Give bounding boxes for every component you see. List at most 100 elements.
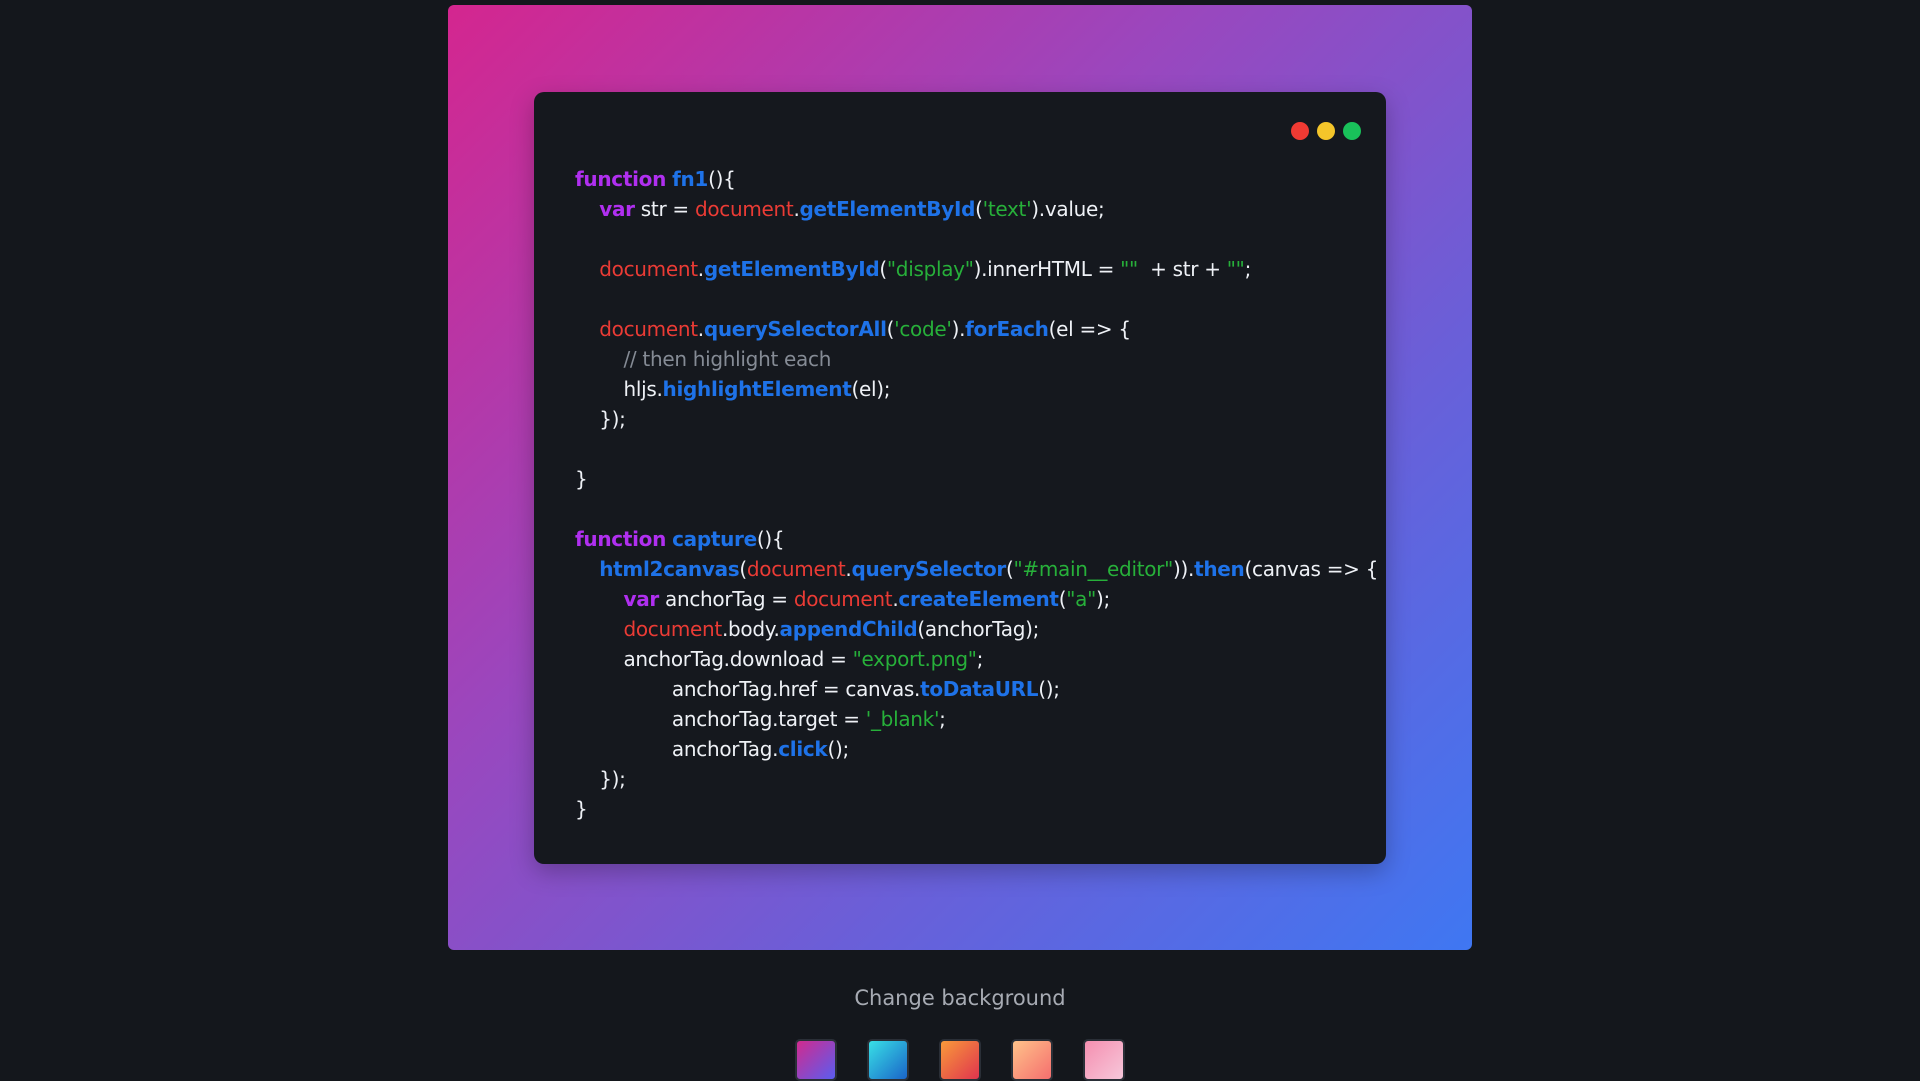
code-token: document [694,197,794,221]
code-line: var str = document.getElementById('text'… [575,194,1378,224]
code-token: document [746,557,846,581]
code-token: (el => { [1048,317,1132,341]
code-token: click [778,737,828,761]
code-token: document [599,257,698,281]
code-token: )). [1173,557,1195,581]
code-editor-window[interactable]: function fn1(){ var str = document.getEl… [534,92,1386,864]
code-token: .body. [721,617,780,641]
code-token: getElementById [799,197,976,221]
code-block[interactable]: function fn1(){ var str = document.getEl… [575,164,1378,824]
code-token: appendChild [779,617,918,641]
code-token: ; [976,647,984,671]
maximize-dot-icon[interactable] [1343,122,1361,140]
code-line: } [575,464,1378,494]
code-token: "#main__editor" [1013,557,1174,581]
code-token: "display" [886,257,974,281]
swatch-cyan-blue-button[interactable] [867,1039,909,1081]
code-token: ( [879,257,887,281]
code-line: anchorTag.target = '_blank'; [575,704,1378,734]
code-token: (){ [708,167,736,191]
code-line: hljs.highlightElement(el); [575,374,1378,404]
code-token: ); [1095,587,1110,611]
code-token: "" [1226,257,1245,281]
code-line: document.getElementById("display").inner… [575,254,1378,284]
background-swatch-list [0,1039,1920,1081]
code-token: getElementById [703,257,880,281]
code-token: ).value; [1031,197,1105,221]
code-token: str = [634,197,695,221]
code-token: ).innerHTML = [973,257,1121,281]
swatch-pink-blue-button[interactable] [795,1039,837,1081]
code-token: (canvas => { [1244,557,1379,581]
code-token: anchorTag.download = [575,647,853,671]
code-token: (anchorTag); [917,617,1040,641]
code-line: } [575,794,1378,824]
code-line: function capture(){ [575,524,1378,554]
code-line: document.body.appendChild(anchorTag); [575,614,1378,644]
code-token: "" [1120,257,1138,281]
code-token: + str + [1137,257,1227,281]
window-controls [1291,122,1361,140]
code-token: document [793,587,893,611]
code-token: ; [1244,257,1252,281]
code-line: }); [575,764,1378,794]
code-token: // then highlight each [623,347,832,371]
export-frame: function fn1(){ var str = document.getEl… [448,5,1472,950]
code-token: "a" [1066,587,1096,611]
minimize-dot-icon[interactable] [1317,122,1335,140]
code-token: anchorTag. [575,737,779,761]
code-token: (); [827,737,849,761]
code-token: ( [739,557,747,581]
code-token: ; [939,707,946,731]
code-token: document [599,317,698,341]
code-token: createElement [898,587,1059,611]
code-token: ). [951,317,966,341]
code-token: (el); [851,377,891,401]
code-token: ( [1006,557,1014,581]
code-token: highlightElement [662,377,852,401]
code-token: toDataURL [920,677,1039,701]
code-token: html2canvas [599,557,740,581]
code-token: then [1194,557,1245,581]
code-token: anchorTag = [658,587,794,611]
code-token: capture [672,527,757,551]
code-line: }); [575,404,1378,434]
close-dot-icon[interactable] [1291,122,1309,140]
code-token: var [599,197,635,221]
code-line: document.querySelectorAll('code').forEac… [575,314,1378,344]
code-token: querySelectorAll [703,317,887,341]
code-token: anchorTag.href = canvas. [575,677,921,701]
code-token: (); [1038,677,1060,701]
code-token: hljs. [575,377,663,401]
code-line: anchorTag.click(); [575,734,1378,764]
code-token: document [623,617,722,641]
code-token: var [623,587,659,611]
code-token: }); [575,407,626,431]
code-token: "export.png" [852,647,977,671]
swatch-orange-red-button[interactable] [939,1039,981,1081]
swatch-pink-lilac-button[interactable] [1083,1039,1125,1081]
swatch-peach-button[interactable] [1011,1039,1053,1081]
code-token: }); [575,767,626,791]
code-token: 'text' [982,197,1032,221]
code-token: (){ [756,527,785,551]
code-token: ( [975,197,983,221]
code-token: fn1 [672,167,709,191]
code-token: function [575,527,667,551]
code-token: } [575,797,588,821]
code-line: anchorTag.download = "export.png"; [575,644,1378,674]
code-line: anchorTag.href = canvas.toDataURL(); [575,674,1378,704]
code-token: function [575,167,667,191]
code-line: // then highlight each [575,344,1378,374]
code-token: 'code' [894,317,952,341]
